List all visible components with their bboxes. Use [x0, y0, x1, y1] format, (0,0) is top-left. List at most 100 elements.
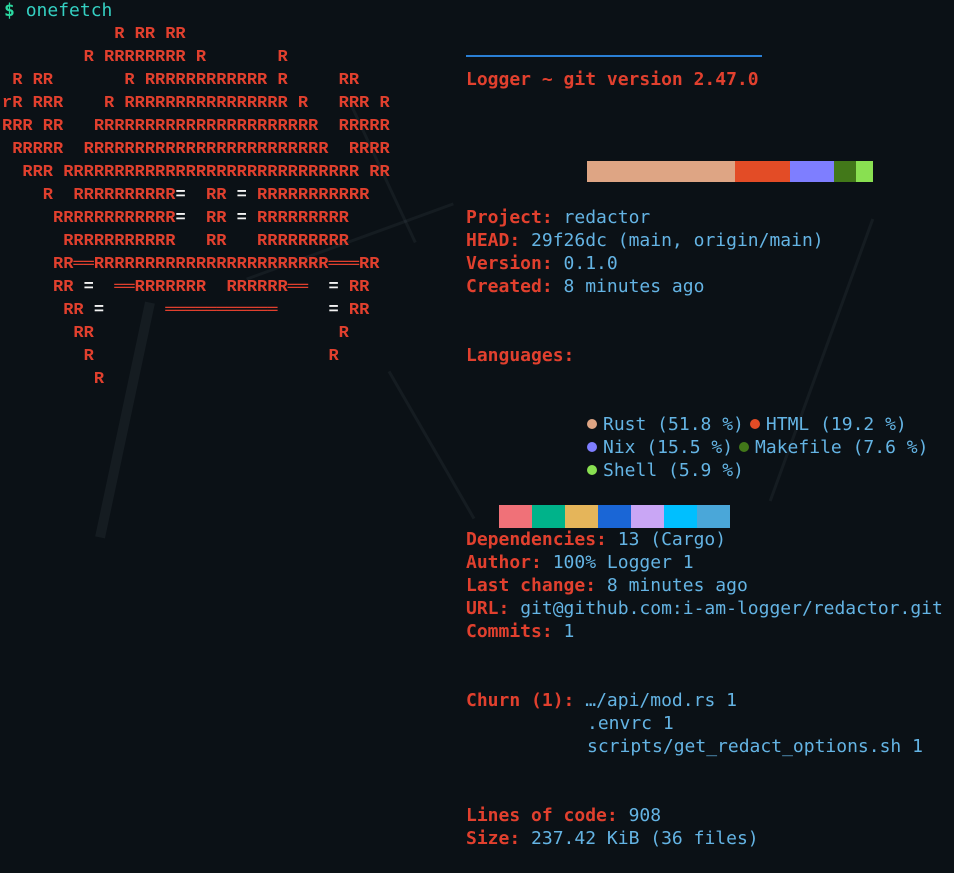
field-key: Author [466, 552, 532, 573]
churn-row: Churn (1): …/api/mod.rs 1 [466, 689, 943, 712]
legend-label: Makefile (7.6 %) [755, 437, 929, 458]
language-dot-icon [587, 442, 597, 452]
info-row: URL: git@github.com:i-am-logger/redactor… [466, 597, 943, 620]
color-palette [499, 505, 730, 528]
legend-row: Nix (15.5 %) Makefile (7.6 %) [466, 436, 943, 459]
ascii-accent: = [328, 278, 339, 297]
info-row: Dependencies: 13 (Cargo) [466, 528, 943, 551]
field-colon: : [509, 230, 521, 251]
field-key: Size [466, 828, 510, 849]
field-colon: : [541, 253, 553, 274]
info-fields: Project: redactor HEAD: 29f26dc (main, or… [466, 206, 943, 298]
palette-swatch [499, 505, 532, 528]
info-row: Author: 100% Logger 1 [466, 551, 943, 574]
field-colon: : [585, 575, 597, 596]
prompt-command: onefetch [25, 0, 113, 21]
language-dot-icon [587, 465, 597, 475]
legend-item: Shell (5.9 %) [587, 460, 744, 481]
legend-item: HTML (19.2 %) [749, 414, 907, 435]
field-colon: : [596, 529, 607, 550]
churn-section: Churn (1): …/api/mod.rs 1 .envrc 1 scripts… [466, 689, 943, 758]
field-value: 8 minutes ago [606, 575, 748, 596]
languages-key: Languages [466, 345, 564, 366]
churn-row: scripts/get_redact_options.sh 1 [466, 735, 943, 758]
field-value: 908 [628, 805, 662, 826]
churn-item: .envrc 1 [587, 713, 674, 734]
info-row: HEAD: 29f26dc (main, origin/main) [466, 229, 943, 252]
field-value: 100% Logger 1 [552, 552, 694, 573]
ascii-accent: = [236, 209, 247, 228]
field-key: Lines of code [466, 805, 607, 826]
legend-item: Makefile (7.6 %) [739, 437, 928, 458]
language-bar-segment [856, 161, 873, 182]
info-fields: Dependencies: 13 (Cargo) Author: 100% Log… [466, 528, 943, 643]
palette-swatch [532, 505, 565, 528]
churn-row: .envrc 1 [466, 712, 943, 735]
field-key: Created [466, 276, 542, 297]
language-dot-icon [587, 419, 597, 429]
field-colon: : [541, 207, 553, 228]
language-bar-segment [790, 161, 835, 182]
spacer-row [466, 137, 943, 160]
ascii-accent: = [175, 209, 186, 228]
language-bar-segment [735, 161, 791, 182]
title-underline [466, 55, 762, 57]
field-key: Commits [466, 621, 542, 642]
languages-row: Languages: [466, 345, 575, 366]
field-value: 0.1.0 [563, 253, 618, 274]
palette-swatch [598, 505, 631, 528]
field-key: HEAD [466, 230, 510, 251]
legend-item: Rust (51.8 %) [587, 414, 744, 435]
info-row: Lines of code: 908 [466, 804, 943, 827]
info-row: Commits: 1 [466, 620, 943, 643]
ascii-accent: = [175, 186, 186, 205]
churn-item: scripts/get_redact_options.sh 1 [587, 736, 923, 757]
field-key: Project [466, 207, 542, 228]
field-value: redactor [563, 207, 651, 228]
field-key: Version [466, 253, 542, 274]
legend-row: Rust (51.8 %) HTML (19.2 %) [466, 413, 943, 436]
legend-label: Shell (5.9 %) [603, 460, 744, 481]
field-colon: : [498, 598, 510, 619]
field-value: 29f26dc (main, origin/main) [531, 230, 824, 251]
repo-title: Logger ~ git version 2.47.0 [466, 69, 759, 90]
language-bar-segment [834, 161, 857, 182]
background-line [387, 370, 476, 520]
field-value: git@github.com:i-am-logger/redactor.git [520, 598, 943, 619]
field-colon: : [541, 621, 553, 642]
ascii-accent: = [83, 278, 94, 297]
language-dot-icon [749, 419, 760, 429]
ascii-accent: = [236, 186, 247, 205]
field-key: Last change [466, 575, 586, 596]
info-row: Version: 0.1.0 [466, 252, 943, 275]
info-fields: Lines of code: 908 Size: 237.42 KiB (36 f… [466, 804, 943, 850]
field-value: 237.42 KiB (36 files) [531, 828, 759, 849]
language-bar-segment [587, 161, 736, 182]
field-colon: : [606, 805, 618, 826]
field-colon: : [509, 828, 521, 849]
field-colon: : [563, 690, 575, 711]
field-colon: : [531, 552, 542, 573]
info-row: Created: 8 minutes ago [466, 275, 943, 298]
legend-label: HTML (19.2 %) [765, 414, 907, 435]
palette-swatch [631, 505, 664, 528]
ascii-logo: R RR RR R RRRRRRRR R R R RR R RRRRRRRRRR… [2, 25, 390, 389]
prompt-symbol: $ [4, 0, 15, 21]
info-row: Project: redactor [466, 206, 943, 229]
info-panel: Logger ~ git version 2.47.0 Project: red… [466, 22, 943, 873]
field-colon: : [541, 276, 553, 297]
churn-item: …/api/mod.rs 1 [585, 690, 737, 711]
legend-label: Rust (51.8 %) [603, 414, 744, 435]
ascii-accent: = [93, 301, 105, 320]
field-value: 8 minutes ago [563, 276, 705, 297]
languages-bar [587, 161, 873, 182]
field-key: Dependencies [466, 529, 597, 550]
palette-swatch [565, 505, 598, 528]
field-value: 1 [563, 621, 575, 642]
palette-swatch [664, 505, 697, 528]
info-row: Last change: 8 minutes ago [466, 574, 943, 597]
palette-swatch [697, 505, 730, 528]
legend-row: Shell (5.9 %) [466, 459, 943, 482]
languages-legend: Rust (51.8 %) HTML (19.2 %) Nix (15.5 %) Ma… [466, 413, 943, 482]
field-value: 13 (Cargo) [617, 529, 727, 550]
